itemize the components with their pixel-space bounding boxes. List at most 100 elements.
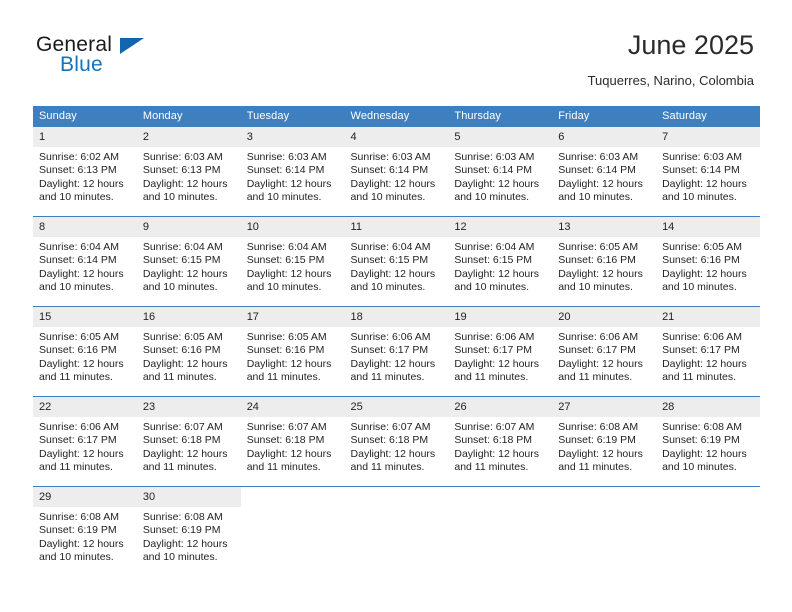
calendar-cell-empty (448, 487, 553, 576)
sunset-text: Sunset: 6:14 PM (662, 164, 740, 177)
calendar-day-cell[interactable]: 5 Sunrise: 6:03 AM Sunset: 6:14 PM Daylight… (448, 127, 553, 216)
brand-logo[interactable]: General Blue (36, 33, 236, 83)
triangle-flag-icon (120, 38, 144, 54)
day-number: 12 (448, 217, 553, 237)
calendar-day-cell[interactable]: 19 Sunrise: 6:06 AM Sunset: 6:17 PM Dayligh… (448, 307, 553, 396)
sunrise-text: Sunrise: 6:06 AM (558, 331, 639, 343)
day-number: 16 (136, 307, 241, 327)
calendar-day-cell[interactable]: 25 Sunrise: 6:07 AM Sunset: 6:18 PM Dayligh… (344, 397, 449, 486)
sunset-text: Sunset: 6:14 PM (350, 164, 429, 177)
calendar-day-cell[interactable]: 30 Sunrise: 6:08 AM Sunset: 6:19 PM Dayligh… (136, 487, 241, 576)
daylight-text: Daylight: 12 hours and 10 minutes. (454, 267, 540, 294)
weekday-header-saturday: Saturday (656, 106, 760, 127)
day-number (552, 487, 657, 507)
sunset-text: Sunset: 6:16 PM (662, 254, 740, 267)
weekday-header-monday: Monday (136, 106, 241, 127)
weekday-header-tuesday: Tuesday (240, 106, 345, 127)
day-number: 19 (448, 307, 553, 327)
calendar-day-cell[interactable]: 29 Sunrise: 6:08 AM Sunset: 6:19 PM Dayligh… (33, 487, 137, 576)
page-title: June 2025 (627, 30, 754, 60)
day-details: Sunrise: 6:06 AM Sunset: 6:17 PM Daylight:… (552, 327, 656, 385)
sunset-text: Sunset: 6:17 PM (454, 344, 533, 357)
sunrise-text: Sunrise: 6:03 AM (246, 151, 327, 163)
daylight-text: Daylight: 12 hours and 10 minutes. (246, 177, 332, 204)
day-number: 13 (552, 217, 657, 237)
day-number: 8 (33, 217, 137, 237)
day-number: 9 (136, 217, 241, 237)
sunset-text: Sunset: 6:15 PM (454, 254, 533, 267)
calendar-day-cell[interactable]: 11 Sunrise: 6:04 AM Sunset: 6:15 PM Dayligh… (344, 217, 449, 306)
calendar-day-cell[interactable]: 6 Sunrise: 6:03 AM Sunset: 6:14 PM Daylight… (552, 127, 657, 216)
day-number: 7 (656, 127, 760, 147)
day-number: 3 (240, 127, 345, 147)
calendar-day-cell[interactable]: 7 Sunrise: 6:03 AM Sunset: 6:14 PM Daylight… (656, 127, 760, 216)
day-number: 26 (448, 397, 553, 417)
sunrise-text: Sunrise: 6:06 AM (39, 421, 119, 433)
sunset-text: Sunset: 6:14 PM (454, 164, 533, 177)
day-details: Sunrise: 6:02 AM Sunset: 6:13 PM Daylight:… (33, 147, 137, 205)
sunrise-text: Sunrise: 6:07 AM (350, 421, 431, 433)
sunset-text: Sunset: 6:16 PM (39, 344, 117, 357)
sunrise-text: Sunrise: 6:08 AM (39, 511, 119, 523)
calendar-week-row: 1 Sunrise: 6:02 AM Sunset: 6:13 PM Daylight… (33, 127, 760, 217)
day-details: Sunrise: 6:08 AM Sunset: 6:19 PM Daylight:… (33, 507, 137, 565)
sunrise-text: Sunrise: 6:08 AM (142, 511, 223, 523)
sunrise-text: Sunrise: 6:04 AM (142, 241, 223, 253)
day-details: Sunrise: 6:03 AM Sunset: 6:14 PM Daylight:… (345, 147, 449, 205)
day-details: Sunrise: 6:06 AM Sunset: 6:17 PM Daylight:… (33, 417, 137, 475)
day-number (448, 487, 553, 507)
daylight-text: Daylight: 12 hours and 10 minutes. (142, 177, 228, 204)
location-subtitle: Tuquerres, Narino, Colombia (587, 73, 754, 88)
day-number: 18 (344, 307, 449, 327)
sunset-text: Sunset: 6:19 PM (142, 524, 221, 537)
calendar-page: General Blue June 2025 Tuquerres, Narino… (0, 0, 792, 612)
brand-name-blue: Blue (60, 53, 103, 76)
sunrise-text: Sunrise: 6:08 AM (558, 421, 639, 433)
calendar-day-cell[interactable]: 26 Sunrise: 6:07 AM Sunset: 6:18 PM Dayligh… (448, 397, 553, 486)
day-number: 30 (136, 487, 241, 507)
day-details: Sunrise: 6:05 AM Sunset: 6:16 PM Daylight:… (33, 327, 137, 385)
calendar-day-cell[interactable]: 20 Sunrise: 6:06 AM Sunset: 6:17 PM Dayligh… (552, 307, 657, 396)
calendar-day-cell[interactable]: 24 Sunrise: 6:07 AM Sunset: 6:18 PM Dayligh… (240, 397, 345, 486)
calendar-day-cell[interactable]: 1 Sunrise: 6:02 AM Sunset: 6:13 PM Daylight… (33, 127, 137, 216)
calendar-day-cell[interactable]: 8 Sunrise: 6:04 AM Sunset: 6:14 PM Daylight… (33, 217, 137, 306)
sunset-text: Sunset: 6:18 PM (454, 434, 533, 447)
calendar-day-cell[interactable]: 16 Sunrise: 6:05 AM Sunset: 6:16 PM Dayligh… (136, 307, 241, 396)
calendar-day-cell[interactable]: 10 Sunrise: 6:04 AM Sunset: 6:15 PM Dayligh… (240, 217, 345, 306)
calendar-day-cell[interactable]: 23 Sunrise: 6:07 AM Sunset: 6:18 PM Dayligh… (136, 397, 241, 486)
calendar-day-cell[interactable]: 27 Sunrise: 6:08 AM Sunset: 6:19 PM Dayligh… (552, 397, 657, 486)
day-number: 29 (33, 487, 137, 507)
calendar-day-cell[interactable]: 14 Sunrise: 6:05 AM Sunset: 6:16 PM Dayligh… (656, 217, 760, 306)
calendar-day-cell[interactable]: 17 Sunrise: 6:05 AM Sunset: 6:16 PM Dayligh… (240, 307, 345, 396)
sunset-text: Sunset: 6:18 PM (350, 434, 429, 447)
day-number: 6 (552, 127, 657, 147)
page-header: General Blue June 2025 Tuquerres, Narino… (0, 0, 792, 100)
calendar-week-row: 8 Sunrise: 6:04 AM Sunset: 6:14 PM Daylight… (33, 216, 760, 307)
calendar-day-cell[interactable]: 3 Sunrise: 6:03 AM Sunset: 6:14 PM Daylight… (240, 127, 345, 216)
day-number: 10 (240, 217, 345, 237)
calendar-day-cell[interactable]: 22 Sunrise: 6:06 AM Sunset: 6:17 PM Dayligh… (33, 397, 137, 486)
calendar-day-cell[interactable]: 28 Sunrise: 6:08 AM Sunset: 6:19 PM Dayligh… (656, 397, 760, 486)
day-number: 2 (136, 127, 241, 147)
calendar-day-cell[interactable]: 9 Sunrise: 6:04 AM Sunset: 6:15 PM Daylight… (136, 217, 241, 306)
daylight-text: Daylight: 12 hours and 10 minutes. (350, 267, 436, 294)
daylight-text: Daylight: 12 hours and 10 minutes. (454, 177, 540, 204)
calendar-day-cell[interactable]: 18 Sunrise: 6:06 AM Sunset: 6:17 PM Dayligh… (344, 307, 449, 396)
calendar-day-cell[interactable]: 12 Sunrise: 6:04 AM Sunset: 6:15 PM Dayligh… (448, 217, 553, 306)
weekday-header-wednesday: Wednesday (344, 106, 449, 127)
sunrise-text: Sunrise: 6:06 AM (454, 331, 535, 343)
sunrise-text: Sunrise: 6:03 AM (454, 151, 535, 163)
daylight-text: Daylight: 12 hours and 10 minutes. (662, 177, 747, 204)
sunrise-text: Sunrise: 6:03 AM (142, 151, 223, 163)
calendar-day-cell[interactable]: 21 Sunrise: 6:06 AM Sunset: 6:17 PM Dayligh… (656, 307, 760, 396)
sunrise-text: Sunrise: 6:05 AM (39, 331, 119, 343)
calendar-day-cell[interactable]: 4 Sunrise: 6:03 AM Sunset: 6:14 PM Daylight… (344, 127, 449, 216)
daylight-text: Daylight: 12 hours and 10 minutes. (142, 537, 228, 564)
daylight-text: Daylight: 12 hours and 11 minutes. (142, 447, 228, 474)
sunset-text: Sunset: 6:15 PM (246, 254, 325, 267)
sunrise-text: Sunrise: 6:07 AM (142, 421, 223, 433)
calendar-day-cell[interactable]: 15 Sunrise: 6:05 AM Sunset: 6:16 PM Dayligh… (33, 307, 137, 396)
day-number: 23 (136, 397, 241, 417)
calendar-day-cell[interactable]: 13 Sunrise: 6:05 AM Sunset: 6:16 PM Dayligh… (552, 217, 657, 306)
calendar-day-cell[interactable]: 2 Sunrise: 6:03 AM Sunset: 6:13 PM Daylight… (136, 127, 241, 216)
